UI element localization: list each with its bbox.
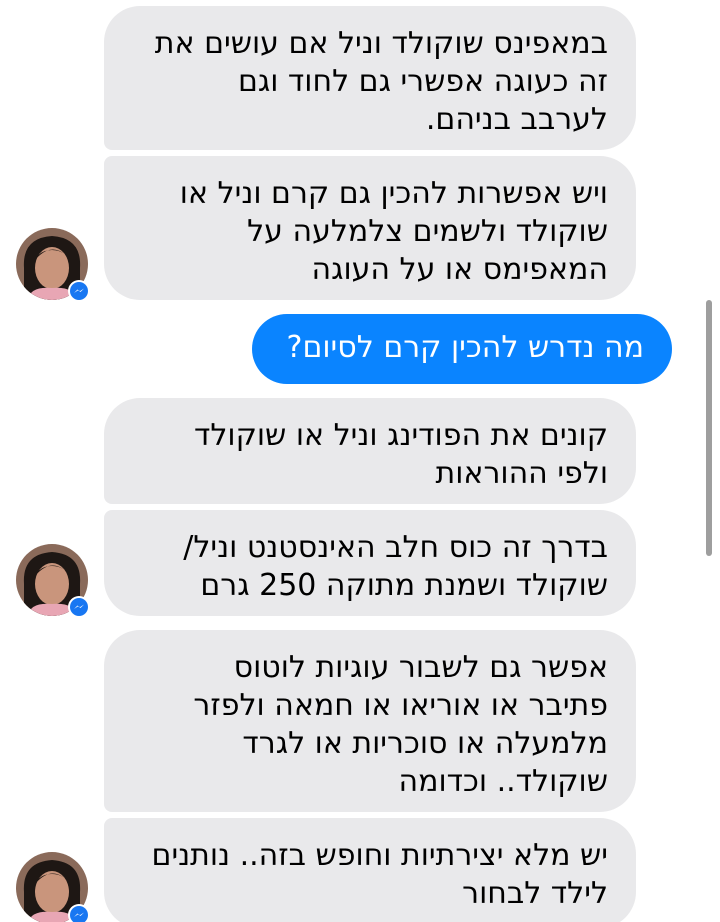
- incoming-message[interactable]: אפשר גם לשבור עוגיות לוטוס פתיבר או אורי…: [104, 630, 636, 812]
- contact-avatar[interactable]: [16, 228, 90, 302]
- contact-avatar[interactable]: [16, 852, 90, 922]
- incoming-message[interactable]: בדרך זה כוס חלב האינסטנט וניל/ שוקולד וש…: [104, 510, 636, 616]
- outgoing-message[interactable]: מה נדרש להכין קרם לסיום?: [252, 314, 672, 384]
- incoming-message[interactable]: קונים את הפודינג וניל או שוקולד ולפי ההו…: [104, 398, 636, 504]
- chat-thread[interactable]: במאפינס שוקולד וניל אם עושים את זה כעוגה…: [0, 0, 720, 922]
- scrollbar[interactable]: [706, 300, 712, 556]
- incoming-message[interactable]: יש מלא יצירתיות וחופש בזה.. נותנים לילד …: [104, 818, 636, 922]
- messenger-badge-icon: [68, 596, 90, 618]
- messenger-badge-icon: [68, 904, 90, 922]
- incoming-message[interactable]: ויש אפשרות להכין גם קרם וניל או שוקולד ו…: [104, 156, 636, 300]
- contact-avatar[interactable]: [16, 544, 90, 618]
- messenger-badge-icon: [68, 280, 90, 302]
- incoming-message[interactable]: במאפינס שוקולד וניל אם עושים את זה כעוגה…: [104, 6, 636, 150]
